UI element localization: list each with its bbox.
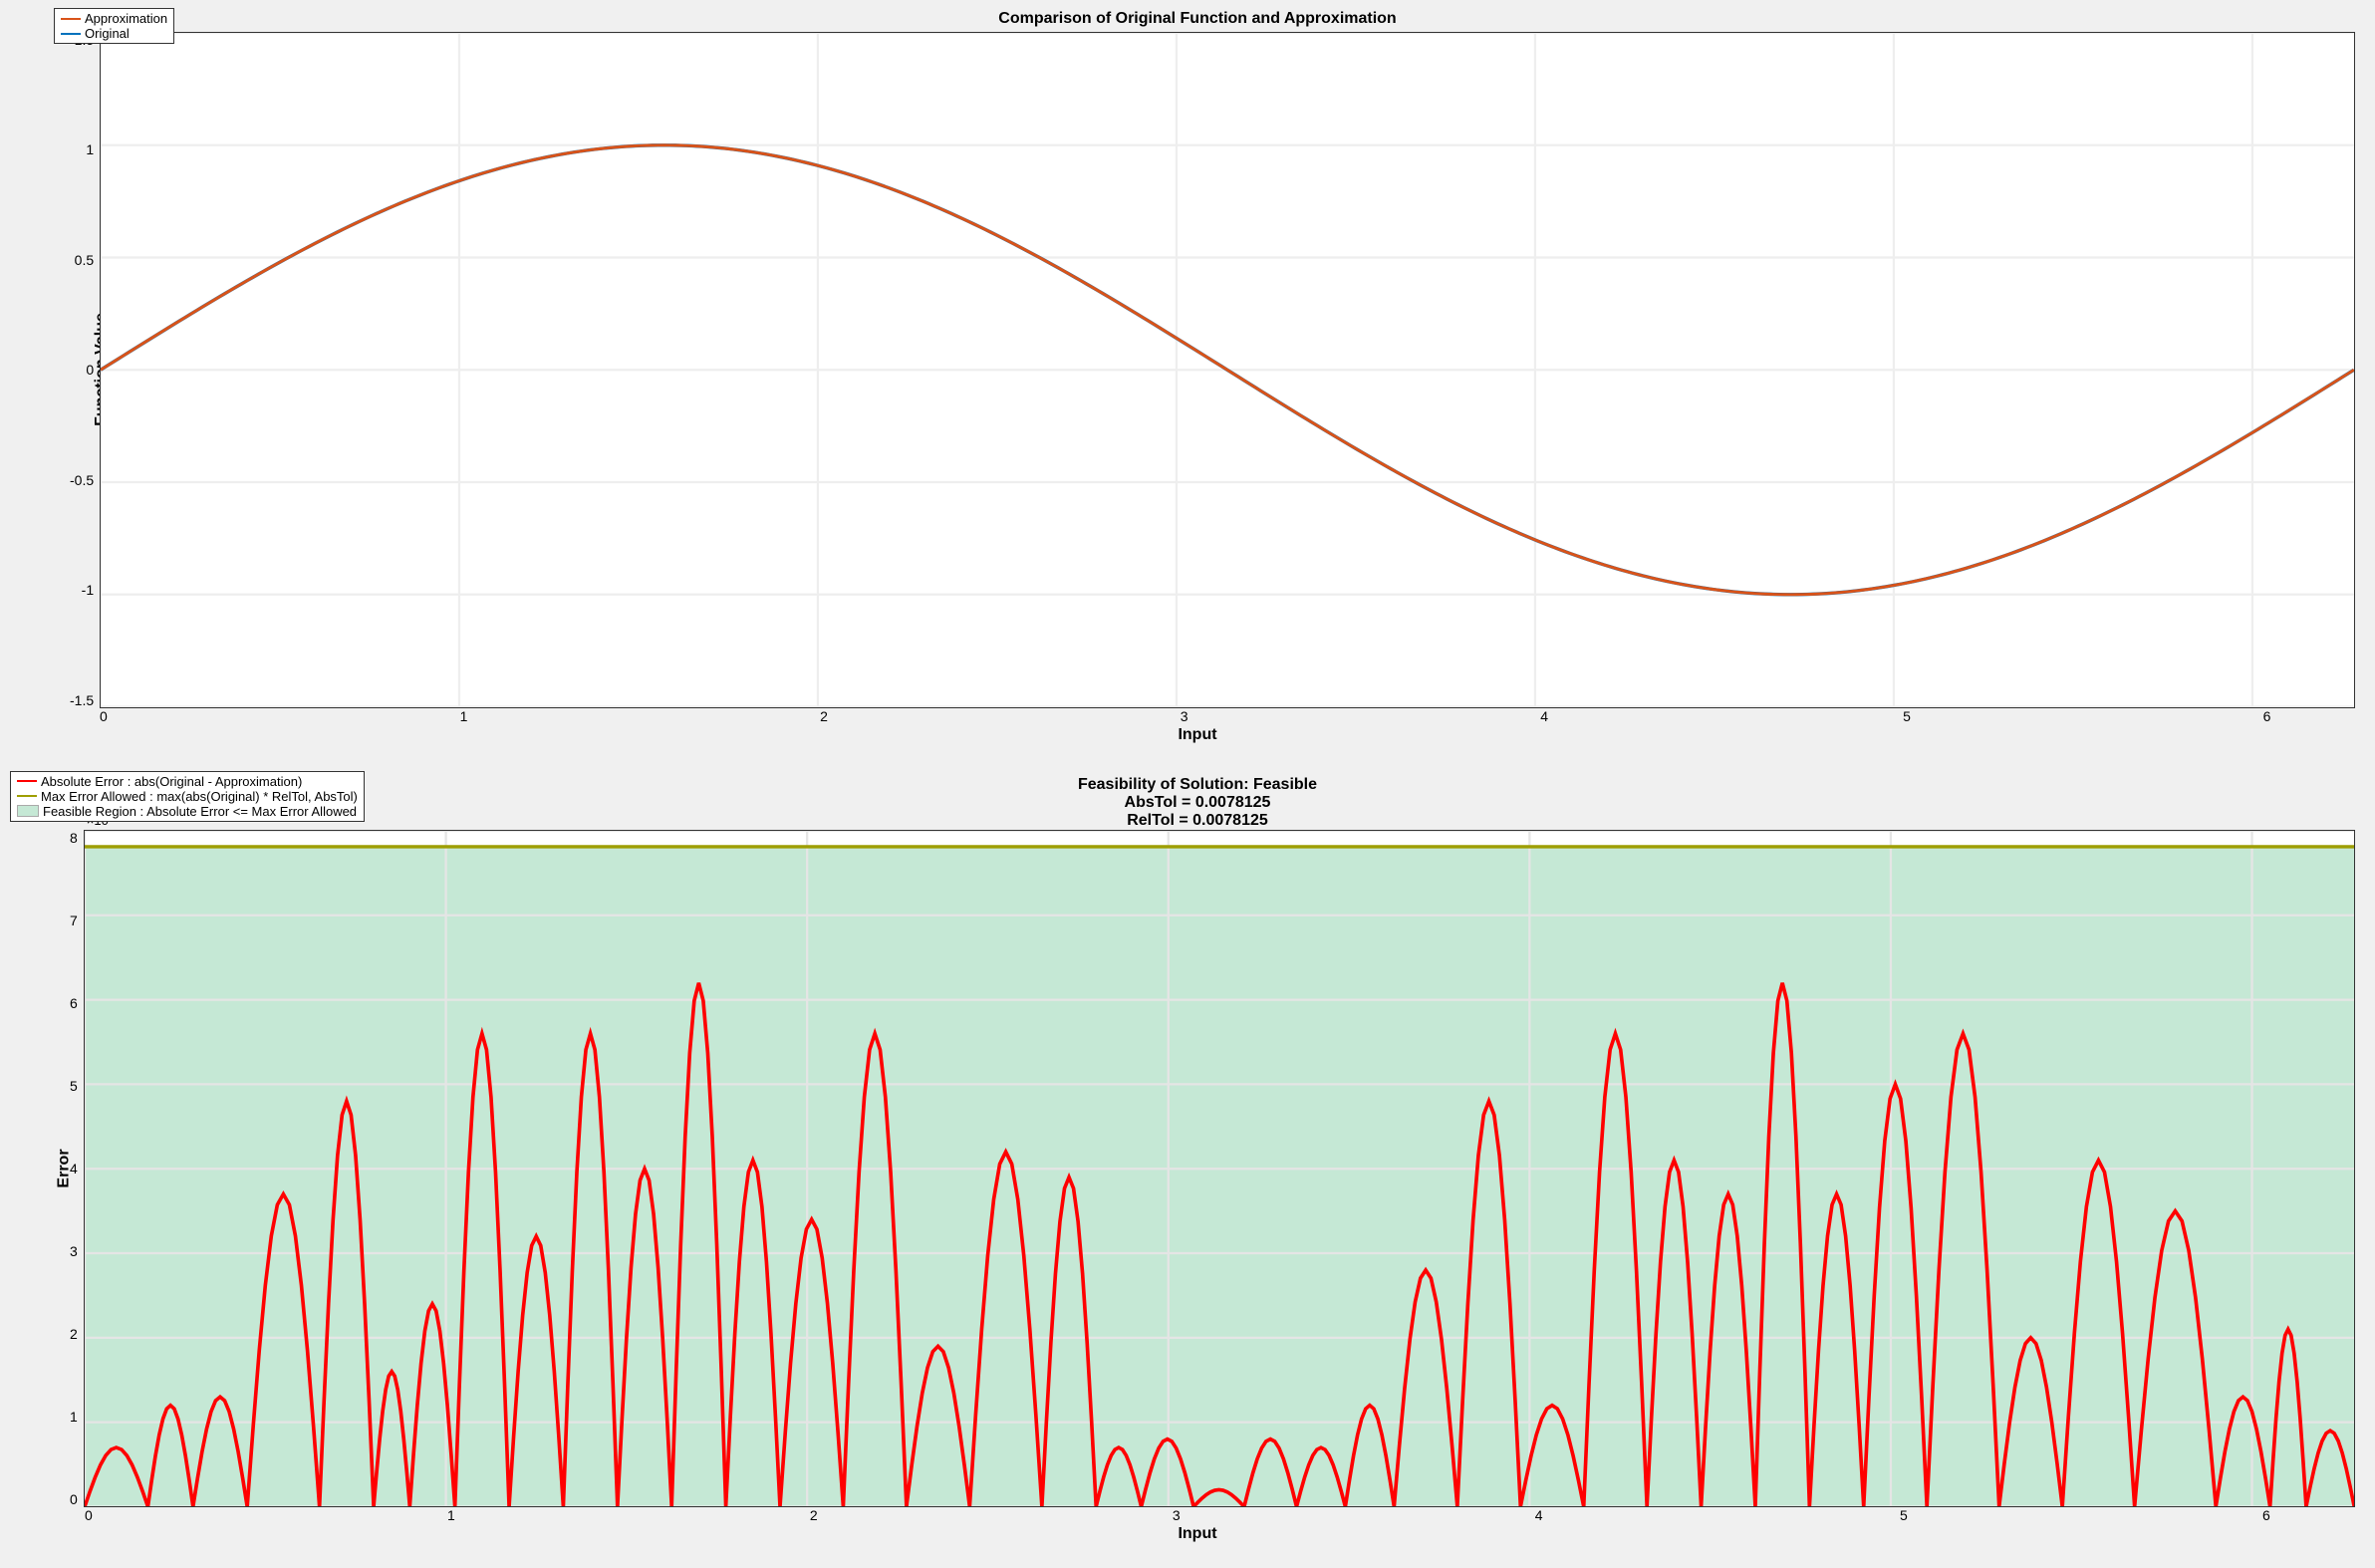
chart1-legend[interactable]: Approximation Original — [54, 8, 174, 44]
chart2-ylabel: Error — [56, 1149, 74, 1187]
chart1-xlabel: Input — [40, 726, 2355, 744]
xtick: 4 — [1535, 1507, 1543, 1523]
chart1-axes[interactable] — [100, 32, 2355, 708]
legend-row-maxerr: Max Error Allowed : max(abs(Original) * … — [17, 789, 358, 804]
legend-patch-icon — [17, 805, 39, 817]
ytick: -0.5 — [70, 472, 94, 488]
chart1-svg — [101, 33, 2354, 707]
xtick: 2 — [820, 708, 828, 724]
ytick: 0 — [70, 362, 94, 378]
ytick: 0.5 — [70, 252, 94, 268]
xtick: 5 — [1900, 1507, 1908, 1523]
ytick: 6 — [70, 995, 78, 1011]
xtick: 6 — [2263, 708, 2271, 724]
ytick: 5 — [70, 1078, 78, 1094]
xtick: 6 — [2262, 1507, 2270, 1523]
xtick: 4 — [1540, 708, 1548, 724]
ytick: 1 — [70, 1409, 78, 1425]
xtick: 0 — [85, 1507, 93, 1523]
ytick: 8 — [70, 830, 78, 846]
legend-label: Feasible Region : Absolute Error <= Max … — [43, 804, 357, 819]
xtick: 2 — [810, 1507, 818, 1523]
chart2-axes[interactable]: ×10⁻³ — [84, 830, 2355, 1507]
ytick: 3 — [70, 1243, 78, 1259]
xtick: 1 — [447, 1507, 455, 1523]
xtick: 1 — [460, 708, 468, 724]
ytick: 2 — [70, 1326, 78, 1342]
xtick: 0 — [100, 708, 108, 724]
ytick: 7 — [70, 913, 78, 928]
legend-row-approximation: Approximation — [61, 11, 167, 26]
chart2-block: Absolute Error : abs(Original - Approxim… — [0, 766, 2375, 1568]
ytick: -1.5 — [70, 692, 94, 708]
chart2-svg — [85, 831, 2354, 1506]
legend-label: Approximation — [85, 11, 167, 26]
chart2-subtitle2: RelTol = 0.0078125 — [40, 812, 2355, 830]
legend-label: Max Error Allowed : max(abs(Original) * … — [41, 789, 358, 804]
legend-swatch-icon — [17, 795, 37, 797]
ytick: 0 — [70, 1491, 78, 1507]
xtick: 3 — [1181, 708, 1188, 724]
chart2-title: Feasibility of Solution: Feasible — [40, 776, 2355, 794]
chart1-xticks: 0 1 2 3 4 5 6 — [100, 708, 2365, 724]
xtick: 5 — [1903, 708, 1911, 724]
legend-swatch-icon — [17, 780, 37, 782]
legend-label: Absolute Error : abs(Original - Approxim… — [41, 774, 302, 789]
chart1-block: Approximation Original Comparison of Ori… — [0, 0, 2375, 766]
ytick: -1 — [70, 582, 94, 598]
figure-container: Approximation Original Comparison of Ori… — [0, 0, 2375, 1356]
chart2-xlabel: Input — [40, 1525, 2355, 1543]
legend-row-abserr: Absolute Error : abs(Original - Approxim… — [17, 774, 358, 789]
ytick: 1 — [70, 141, 94, 157]
chart2-subtitle1: AbsTol = 0.0078125 — [40, 794, 2355, 812]
legend-row-feasible: Feasible Region : Absolute Error <= Max … — [17, 804, 358, 819]
chart2-legend[interactable]: Absolute Error : abs(Original - Approxim… — [10, 771, 365, 822]
chart1-title: Comparison of Original Function and Appr… — [40, 10, 2355, 28]
legend-label: Original — [85, 26, 130, 41]
legend-row-original: Original — [61, 26, 167, 41]
legend-swatch-icon — [61, 33, 81, 35]
xtick: 3 — [1173, 1507, 1181, 1523]
chart2-xticks: 0 1 2 3 4 5 6 — [85, 1507, 2365, 1523]
legend-swatch-icon — [61, 18, 81, 20]
